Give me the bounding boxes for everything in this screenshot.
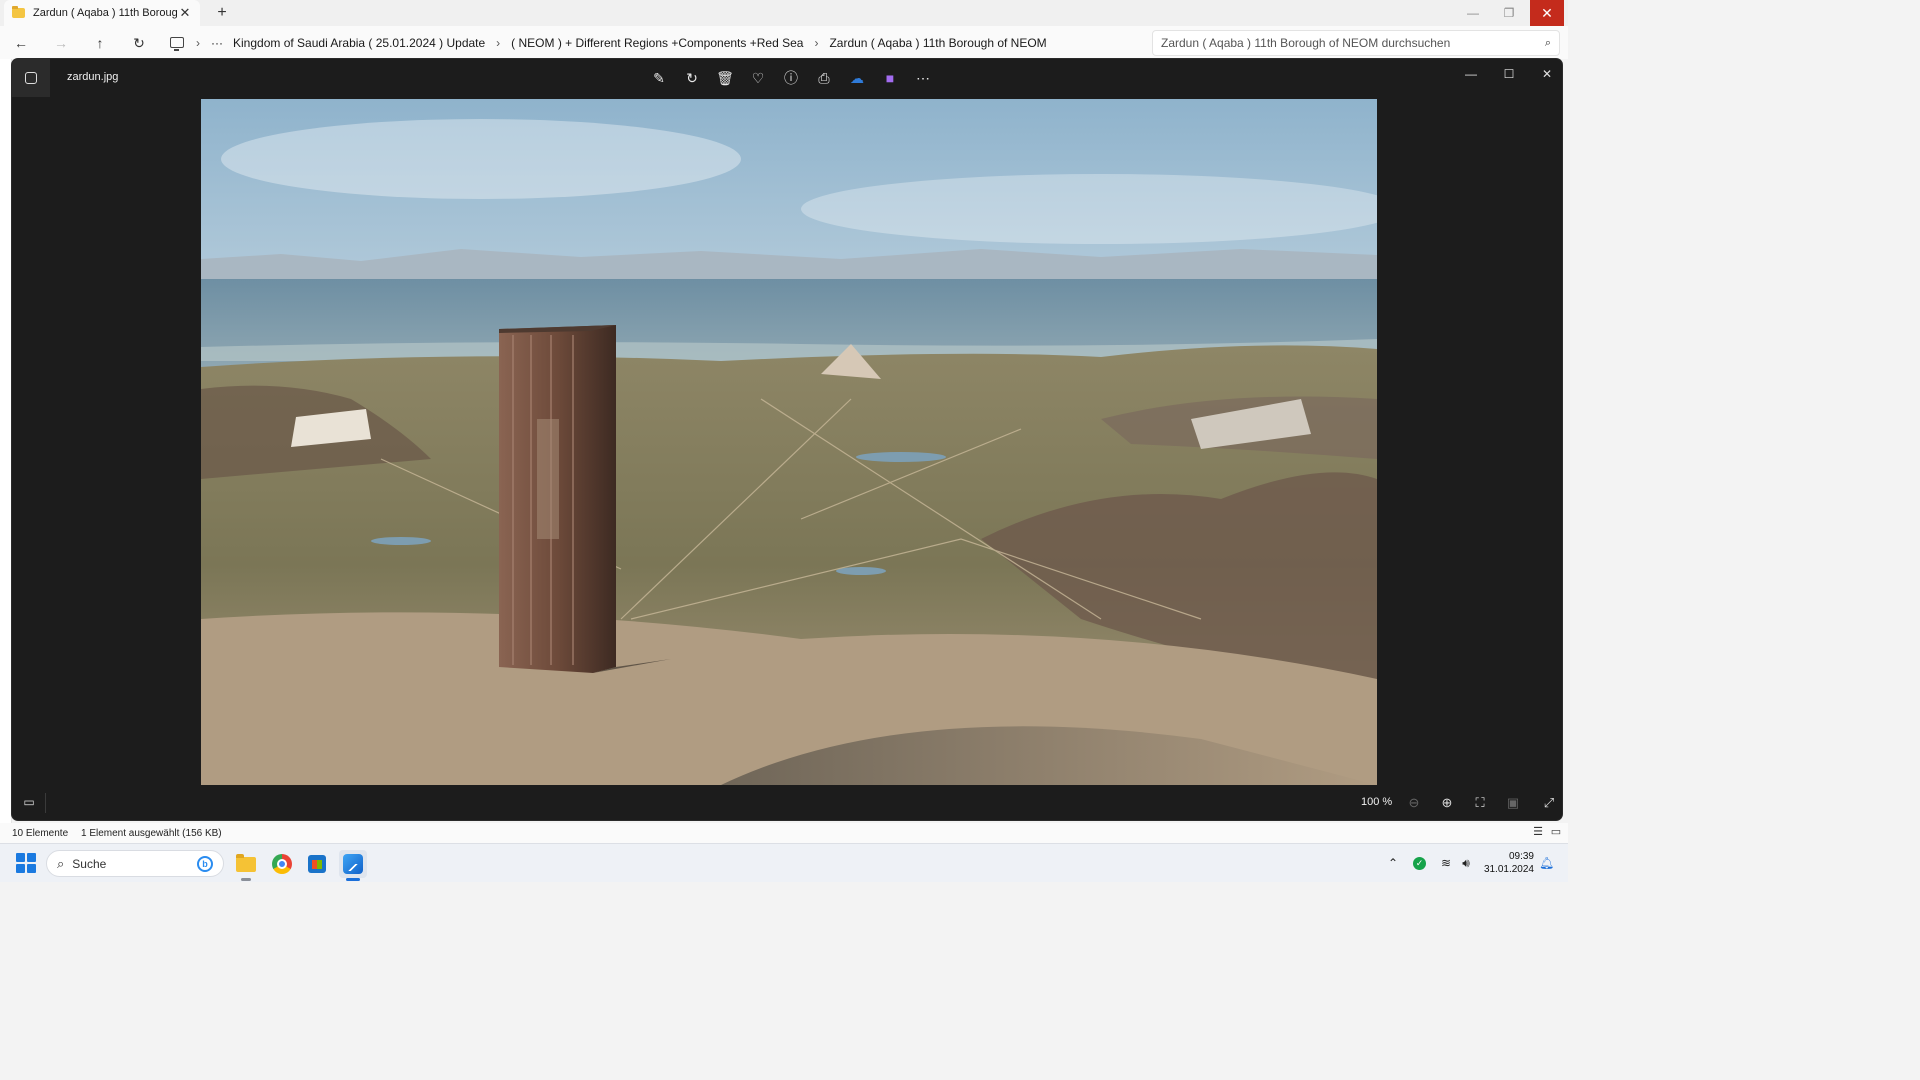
clock-time: 09:39: [1508, 851, 1534, 862]
breadcrumb-more-button[interactable]: ···: [211, 36, 223, 50]
forward-button[interactable]: →: [52, 34, 70, 52]
folder-icon: [12, 6, 25, 18]
breadcrumb: › ··· Kingdom of Saudi Arabia ( 25.01.20…: [170, 26, 1047, 59]
onedrive-icon[interactable]: ☁: [846, 67, 868, 89]
tiles-view-icon[interactable]: ▭: [1550, 826, 1562, 838]
taskbar-search-label: Suche: [72, 856, 107, 871]
more-icon[interactable]: ⋯: [912, 67, 934, 89]
selection-info: 1 Element ausgewählt (156 KB): [81, 828, 222, 839]
taskbar-app-photos[interactable]: [339, 850, 367, 881]
viewer-footer: ▭ 100 % ⊖ ⊕ ⛶ ▣ ⤢: [12, 787, 1562, 820]
photos-viewer-window: zardun.jpg ✎ ↻ 🗑 ♡ ⓘ ⎙ ☁ ■ ⋯ — ☐ ✕ ▭ 100…: [12, 59, 1562, 820]
photos-icon: [343, 854, 363, 874]
minimize-button[interactable]: —: [1456, 0, 1490, 26]
rotate-icon[interactable]: ↻: [681, 67, 703, 89]
clipchamp-icon[interactable]: ■: [879, 67, 901, 89]
fit-to-window-icon[interactable]: ⛶: [1471, 794, 1489, 812]
start-button[interactable]: [16, 853, 36, 873]
breadcrumb-separator[interactable]: ›: [496, 36, 500, 50]
explorer-tab-bar: Zardun ( Aqaba ) 11th Boroug ✕ + — ❐ ✕: [0, 0, 1568, 26]
volume-icon[interactable]: 🔊︎: [1458, 854, 1474, 872]
taskbar-app-file-explorer[interactable]: [232, 850, 260, 881]
delete-icon[interactable]: 🗑: [714, 67, 736, 89]
file-explorer-icon: [236, 853, 256, 872]
explorer-status-bar: 10 Elemente 1 Element ausgewählt (156 KB…: [0, 823, 1568, 843]
folder-search-input[interactable]: Zardun ( Aqaba ) 11th Borough of NEOM du…: [1152, 30, 1560, 56]
up-button[interactable]: ↑: [91, 34, 109, 52]
zoom-level: 100 %: [1361, 796, 1393, 808]
viewer-filename: zardun.jpg: [67, 71, 119, 83]
viewer-header: zardun.jpg ✎ ↻ 🗑 ♡ ⓘ ⎙ ☁ ■ ⋯ — ☐ ✕: [12, 59, 1562, 97]
footer-divider: [45, 793, 46, 813]
taskbar: ⌕ Suche b ⌃ ✓ ≋ 🔊︎ 09:39 31.01.2024 🔔︎: [0, 843, 1568, 882]
breadcrumb-item-neom[interactable]: ( NEOM ) + Different Regions +Components…: [511, 36, 803, 50]
edit-icon[interactable]: ✎: [648, 67, 670, 89]
chrome-icon: [272, 854, 292, 874]
explorer-tab-title: Zardun ( Aqaba ) 11th Boroug: [33, 7, 178, 19]
photo-image: [201, 99, 1377, 785]
breadcrumb-separator[interactable]: ›: [196, 36, 200, 50]
details-view-icon[interactable]: ☰: [1532, 826, 1544, 838]
item-count: 10 Elemente: [12, 828, 69, 839]
defender-icon[interactable]: ✓: [1413, 857, 1426, 870]
store-icon: [308, 855, 326, 873]
gallery-button[interactable]: [12, 59, 50, 97]
breadcrumb-separator[interactable]: ›: [814, 36, 818, 50]
search-icon: ⌕: [57, 855, 65, 871]
refresh-button[interactable]: ↻: [130, 34, 148, 52]
this-pc-icon[interactable]: [170, 37, 184, 51]
filmstrip-icon[interactable]: ▭: [22, 795, 36, 809]
bing-icon[interactable]: b: [197, 855, 213, 872]
viewer-minimize-button[interactable]: —: [1460, 63, 1482, 85]
zoom-out-icon[interactable]: ⊖: [1405, 794, 1423, 812]
explorer-content-edge: [0, 59, 12, 823]
search-icon: ⌕: [1544, 36, 1551, 49]
gallery-icon: [25, 72, 37, 84]
viewer-toolbar: ✎ ↻ 🗑 ♡ ⓘ ⎙ ☁ ■ ⋯: [648, 67, 934, 89]
viewer-maximize-button[interactable]: ☐: [1498, 63, 1520, 85]
new-tab-button[interactable]: +: [214, 3, 230, 23]
photo-canvas[interactable]: [201, 99, 1377, 785]
breadcrumb-item-saudi-arabia[interactable]: Kingdom of Saudi Arabia ( 25.01.2024 ) U…: [233, 36, 485, 50]
breadcrumb-item-zardun[interactable]: Zardun ( Aqaba ) 11th Borough of NEOM: [829, 36, 1046, 50]
fullscreen-icon[interactable]: ⤢: [1540, 794, 1558, 812]
tab-close-button[interactable]: ✕: [178, 5, 192, 21]
actual-size-icon[interactable]: ▣: [1504, 794, 1522, 812]
address-bar: ← → ↑ ↻ › ··· Kingdom of Saudi Arabia ( …: [0, 26, 1568, 59]
back-button[interactable]: ←: [12, 34, 30, 52]
clock-date: 31.01.2024: [1483, 864, 1534, 875]
notification-bell-icon[interactable]: 🔔︎: [1539, 856, 1554, 870]
info-icon[interactable]: ⓘ: [780, 67, 802, 89]
taskbar-search[interactable]: ⌕ Suche b: [46, 850, 224, 877]
tray-overflow-icon[interactable]: ⌃: [1386, 854, 1400, 872]
print-icon[interactable]: ⎙: [813, 67, 835, 89]
taskbar-app-store[interactable]: [303, 850, 331, 878]
wifi-icon[interactable]: ≋: [1438, 854, 1454, 872]
viewer-close-button[interactable]: ✕: [1536, 63, 1558, 85]
taskbar-app-chrome[interactable]: [268, 850, 296, 878]
window-close-button[interactable]: ✕: [1530, 0, 1564, 26]
zoom-in-icon[interactable]: ⊕: [1438, 794, 1456, 812]
search-placeholder: Zardun ( Aqaba ) 11th Borough of NEOM du…: [1161, 36, 1451, 50]
restore-button[interactable]: ❐: [1492, 0, 1526, 26]
explorer-tab[interactable]: Zardun ( Aqaba ) 11th Boroug ✕: [4, 0, 200, 26]
favorite-icon[interactable]: ♡: [747, 67, 769, 89]
system-clock[interactable]: 09:39 31.01.2024: [1480, 850, 1534, 876]
